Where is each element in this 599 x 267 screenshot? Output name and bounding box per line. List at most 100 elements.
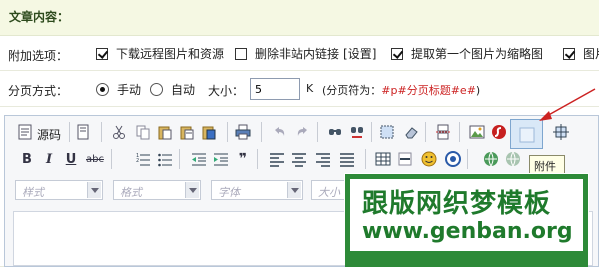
image-option-text: 图片 (583, 47, 599, 61)
format-combo-value: 格式 (120, 186, 142, 199)
style-combo-value: 样式 (22, 186, 44, 199)
chevron-down-icon[interactable] (185, 182, 199, 198)
toolbar-separator (257, 149, 258, 169)
align-center-icon[interactable] (289, 149, 309, 169)
print-icon[interactable] (233, 122, 253, 142)
toolbar-separator (261, 122, 262, 142)
outdent-icon[interactable] (189, 149, 209, 169)
align-left-icon[interactable] (267, 149, 287, 169)
toolbar-separator (179, 149, 180, 169)
toolbar-separator (111, 149, 112, 169)
style-combo[interactable]: 样式 (15, 180, 103, 200)
toolbar-separator (365, 149, 366, 169)
undo-icon[interactable] (269, 122, 289, 142)
unlink-icon[interactable] (503, 149, 523, 169)
remove-links-text: 删除非站内链接 (255, 47, 340, 61)
extract-thumb-checkbox[interactable] (391, 47, 403, 60)
attachment-icon[interactable] (517, 125, 537, 145)
underline-icon[interactable]: U (61, 149, 81, 169)
download-remote-text: 下载远程图片和资源 (116, 47, 225, 61)
toolbar-separator (69, 122, 70, 142)
remove-links-settings-link[interactable]: [设置] (343, 45, 376, 62)
image-option-checkbox[interactable] (563, 47, 575, 60)
align-right-icon[interactable] (313, 149, 333, 169)
paste-word-icon[interactable] (199, 122, 219, 142)
hr-icon[interactable] (395, 149, 415, 169)
indent-icon[interactable] (211, 149, 231, 169)
size-label: 大小： (208, 84, 245, 98)
size-unit: K (306, 82, 314, 95)
extract-thumb-option[interactable]: 提取第一个图片为缩略图 (391, 45, 543, 62)
separator-note: (分页符为：#p#分页标题#e#) (322, 82, 480, 98)
section-header: 文章内容： (0, 0, 599, 36)
paging-manual-radio[interactable] (96, 83, 109, 96)
paging-auto-radio[interactable] (150, 83, 163, 96)
toolbar-separator (227, 122, 228, 142)
image-option[interactable]: 图片 (563, 45, 599, 62)
size-combo-value: 大小 (318, 186, 340, 199)
separator-code: #p#分页标题#e# (381, 84, 476, 97)
extract-thumb-text: 提取第一个图片为缩略图 (411, 47, 544, 61)
flash-icon[interactable] (489, 122, 509, 142)
link-icon[interactable] (481, 149, 501, 169)
separator-note-prefix: (分页符为： (322, 84, 382, 97)
font-combo[interactable]: 字体 (211, 180, 303, 200)
paging-manual-option[interactable]: 手动 (96, 81, 141, 98)
toolbar-separator (317, 122, 318, 142)
toolbar-separator (459, 122, 460, 142)
cut-icon[interactable] (109, 122, 129, 142)
templates-icon[interactable] (73, 122, 93, 142)
toolbar-row-1: 源码 (5, 122, 598, 148)
section-title: 文章内容： (9, 10, 70, 24)
redo-icon[interactable] (293, 122, 313, 142)
table-icon[interactable] (373, 149, 393, 169)
paging-row: 分页方式： 手动 自动 大小： K (分页符为：#p#分页标题#e#) (0, 72, 599, 107)
source-button-label[interactable]: 源码 (37, 126, 61, 143)
italic-icon[interactable]: I (39, 149, 59, 169)
remove-links-option[interactable]: 删除非站内链接 [设置] (235, 45, 376, 62)
download-remote-option[interactable]: 下载远程图片和资源 (96, 45, 224, 62)
format-combo[interactable]: 格式 (113, 180, 201, 200)
ordered-list-icon[interactable]: 12 (133, 149, 153, 169)
image-icon[interactable] (467, 122, 487, 142)
toolbar-row-2: B I U abc 12 ❞ (5, 149, 598, 175)
bold-icon[interactable]: B (17, 149, 37, 169)
justify-icon[interactable] (337, 149, 357, 169)
attach-options-label: 附加选项： (8, 49, 69, 63)
chevron-down-icon[interactable] (87, 182, 101, 198)
paging-auto-text: 自动 (171, 83, 196, 97)
remove-links-checkbox[interactable] (235, 47, 247, 60)
attach-options-row: 附加选项： 下载远程图片和资源 删除非站内链接 [设置] 提取第一个图片为缩略图… (0, 37, 599, 71)
download-remote-checkbox[interactable] (96, 47, 108, 60)
source-icon[interactable] (15, 122, 35, 142)
select-all-icon[interactable] (377, 122, 397, 142)
special-char-icon[interactable] (443, 149, 463, 169)
toolbar-separator (101, 122, 102, 142)
toolbar-separator (467, 149, 468, 169)
paging-manual-text: 手动 (117, 83, 142, 97)
paste-text-icon[interactable] (177, 122, 197, 142)
svg-text:2: 2 (136, 158, 139, 164)
bullet-list-icon[interactable] (155, 149, 175, 169)
paging-auto-option[interactable]: 自动 (150, 81, 195, 98)
font-combo-value: 字体 (218, 186, 240, 199)
chevron-down-icon[interactable] (287, 182, 301, 198)
watermark-bar (345, 254, 588, 267)
remove-format-icon[interactable] (401, 122, 421, 142)
copy-icon[interactable] (133, 122, 153, 142)
find-icon[interactable] (325, 122, 345, 142)
toolbar-separator (371, 122, 372, 142)
watermark-logo: 跟版网织梦模板 www.genban.org (345, 174, 588, 256)
blockquote-icon[interactable]: ❞ (233, 149, 253, 169)
strike-icon[interactable]: abc (85, 149, 105, 169)
paging-label: 分页方式： (8, 84, 69, 98)
anchor-icon[interactable] (551, 122, 571, 142)
watermark-line-1: 跟版网织梦模板 (362, 189, 552, 219)
separator-note-suffix: ) (475, 84, 481, 97)
smiley-icon[interactable] (419, 149, 439, 169)
size-input[interactable] (250, 78, 300, 100)
paste-icon[interactable] (155, 122, 175, 142)
page-break-icon[interactable] (433, 122, 453, 142)
watermark-line-2: www.genban.org (362, 219, 573, 244)
replace-icon[interactable] (347, 122, 367, 142)
